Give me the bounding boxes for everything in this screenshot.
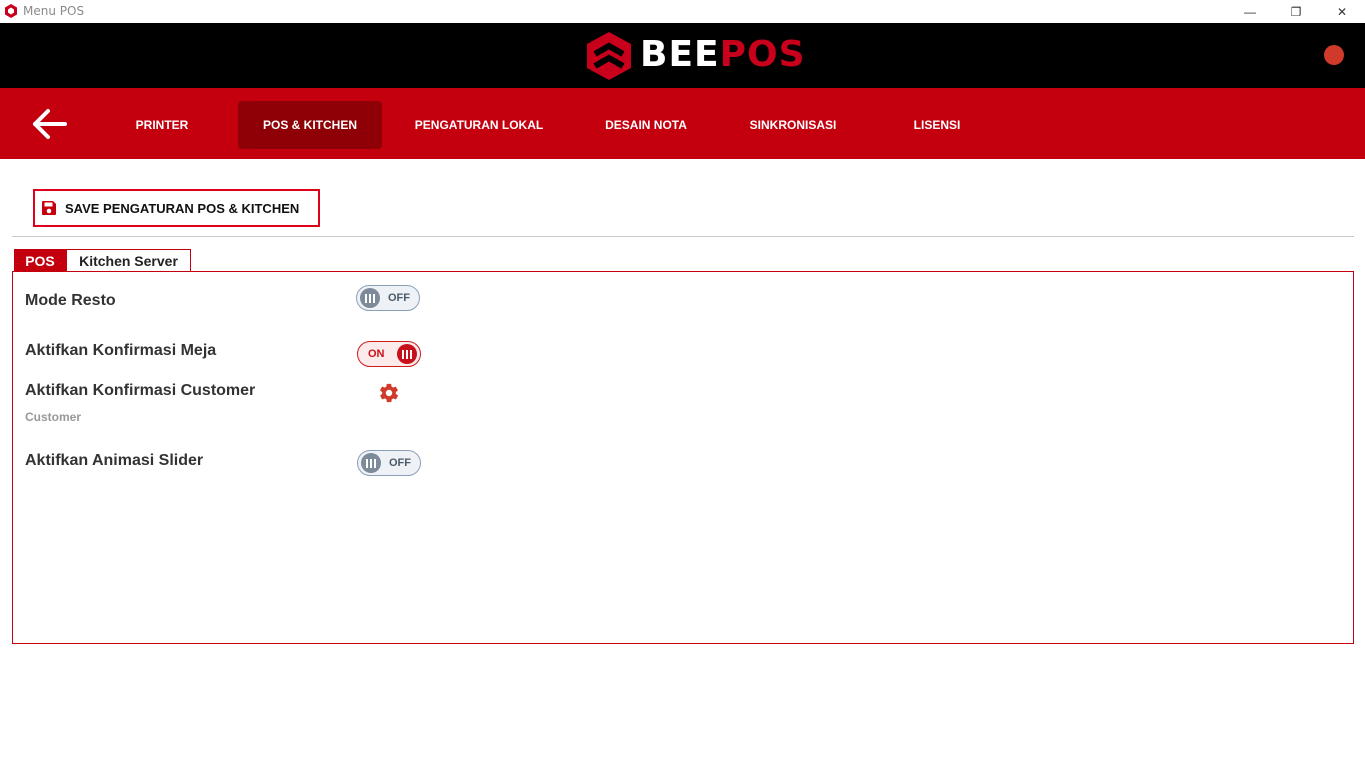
arrow-left-icon xyxy=(33,109,67,139)
nav-pengaturan-lokal[interactable]: PENGATURAN LOKAL xyxy=(404,101,554,149)
brand-header: BEEPOS xyxy=(0,23,1365,88)
connection-status-dot xyxy=(1324,45,1344,65)
app-icon xyxy=(5,4,17,18)
tab-pos[interactable]: POS xyxy=(14,249,66,271)
minimize-button[interactable]: — xyxy=(1227,0,1273,23)
nav-lisensi[interactable]: LISENSI xyxy=(887,101,987,149)
save-settings-button[interactable]: SAVE PENGATURAN POS & KITCHEN xyxy=(33,189,320,227)
brand-name-bee: BEE xyxy=(640,34,720,75)
beepos-logo-icon xyxy=(587,32,631,80)
brand-name: BEEPOS xyxy=(640,35,806,75)
toggle-state-text: OFF xyxy=(389,457,411,469)
toggle-knob xyxy=(361,453,381,473)
back-button[interactable] xyxy=(28,106,70,142)
window-title: Menu POS xyxy=(23,4,85,18)
setting-label-mode-resto: Mode Resto xyxy=(25,292,116,309)
konfirmasi-meja-toggle[interactable]: ON xyxy=(357,341,421,367)
animasi-slider-toggle[interactable]: OFF xyxy=(357,450,421,476)
toggle-knob xyxy=(360,288,380,308)
mode-resto-toggle[interactable]: OFF xyxy=(356,285,420,311)
toggle-state-text: OFF xyxy=(388,292,410,304)
tab-kitchen-server[interactable]: Kitchen Server xyxy=(66,249,191,271)
maximize-button[interactable]: ❐ xyxy=(1273,0,1319,23)
settings-nav: PRINTER POS & KITCHEN PENGATURAN LOKAL D… xyxy=(0,88,1365,159)
divider xyxy=(12,236,1354,237)
floppy-disk-icon xyxy=(42,201,56,215)
setting-label-animasi-slider: Aktifkan Animasi Slider xyxy=(25,452,204,469)
setting-sub-customer: Customer xyxy=(25,410,82,424)
settings-panel xyxy=(12,271,1354,644)
close-button[interactable]: ✕ xyxy=(1319,0,1365,23)
brand-name-pos: POS xyxy=(719,34,806,75)
gear-icon[interactable] xyxy=(378,382,400,404)
window-titlebar: Menu POS — ❐ ✕ xyxy=(0,0,1365,23)
nav-printer[interactable]: PRINTER xyxy=(112,101,212,149)
nav-sinkronisasi[interactable]: SINKRONISASI xyxy=(734,101,852,149)
setting-label-konfirmasi-customer: Aktifkan Konfirmasi Customer xyxy=(25,382,256,399)
nav-desain-nota[interactable]: DESAIN NOTA xyxy=(586,101,706,149)
save-settings-label: SAVE PENGATURAN POS & KITCHEN xyxy=(65,200,300,216)
toggle-knob xyxy=(397,344,417,364)
setting-label-konfirmasi-meja: Aktifkan Konfirmasi Meja xyxy=(25,342,217,359)
nav-pos-kitchen[interactable]: POS & KITCHEN xyxy=(238,101,382,149)
toggle-state-text: ON xyxy=(368,348,385,360)
